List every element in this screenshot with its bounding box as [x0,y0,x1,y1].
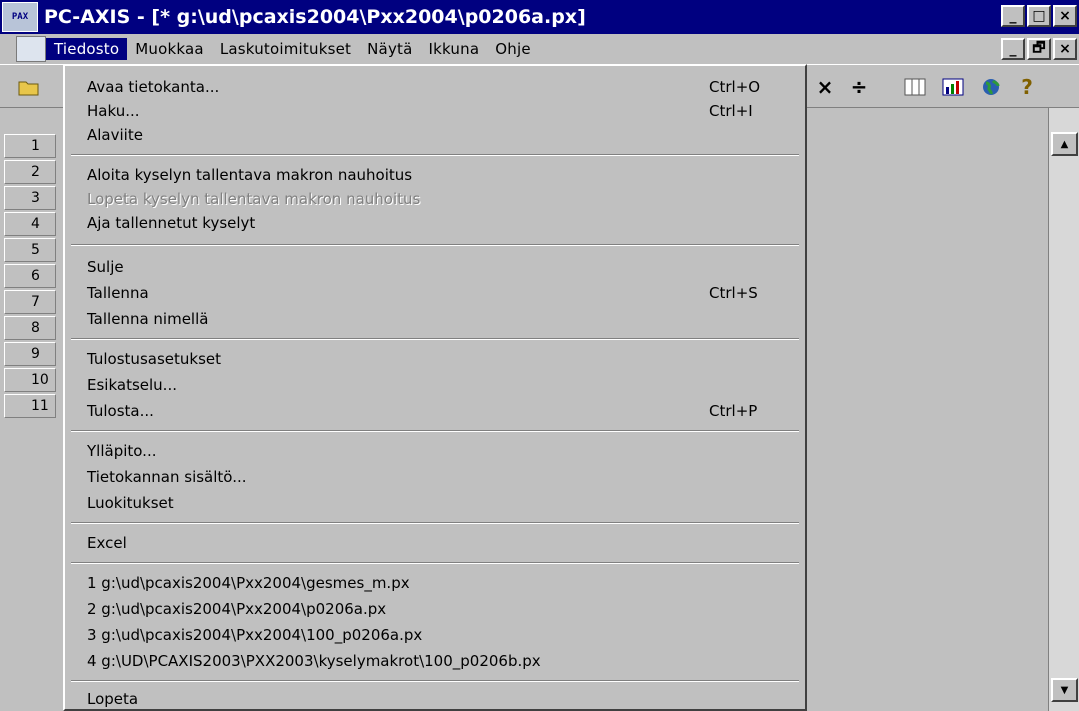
row-header[interactable]: 8 [4,316,56,340]
menu-separator [71,244,799,246]
menu-item-label: Tallenna [87,284,149,302]
scroll-up-icon[interactable]: ▲ [1051,132,1078,156]
menu-item-classifications[interactable]: Luokitukset [87,494,787,512]
menu-item-run-queries[interactable]: Aja tallennetut kyselyt [87,214,787,232]
menu-separator [71,154,799,156]
maximize-button[interactable]: □ [1027,5,1051,27]
menu-item-footnote[interactable]: Alaviite [87,126,787,144]
menu-item-label: Tallenna nimellä [87,310,209,328]
globe-icon[interactable] [978,75,1004,99]
menu-item-start-macro[interactable]: Aloita kyselyn tallentava makron nauhoit… [87,166,787,184]
menu-item-label: Tulosta... [87,402,154,420]
menu-item-db-contents[interactable]: Tietokannan sisältö... [87,468,787,486]
row-header[interactable]: 10 [4,368,56,392]
menu-item-print-setup[interactable]: Tulostusasetukset [87,350,787,368]
app-icon[interactable]: PAX [2,2,38,32]
menu-bar: Tiedosto Muokkaa Laskutoimitukset Näytä … [0,34,1079,64]
menu-item-save[interactable]: Tallenna Ctrl+S [87,284,787,302]
menu-item-exit[interactable]: Lopeta [87,690,787,708]
open-folder-icon[interactable] [16,75,42,99]
menu-item-search[interactable]: Haku... Ctrl+I [87,102,787,120]
recent-file-item[interactable]: 4 g:\UD\PCAXIS2003\PXX2003\kyselymakrot\… [87,652,787,670]
recent-file-item[interactable]: 3 g:\ud\pcaxis2004\Pxx2004\100_p0206a.px [87,626,787,644]
row-header[interactable]: 2 [4,160,56,184]
menu-ohje[interactable]: Ohje [487,38,539,60]
menu-item-maintenance[interactable]: Ylläpito... [87,442,787,460]
row-header[interactable]: 1 [4,134,56,158]
chart-icon[interactable] [940,75,966,99]
vertical-scrollbar[interactable]: ▲ ▼ [1048,108,1079,711]
menu-item-label: Tietokannan sisältö... [87,468,247,486]
mdi-close-button[interactable]: × [1053,38,1077,60]
menu-item-label: Tulostusasetukset [87,350,221,368]
row-header[interactable]: 6 [4,264,56,288]
divide-button[interactable]: ÷ [846,75,872,99]
row-header[interactable]: 4 [4,212,56,236]
menu-item-label: Haku... [87,102,140,120]
shortcut-label: Ctrl+I [709,102,753,120]
close-button[interactable]: × [1053,5,1077,27]
row-header[interactable]: 9 [4,342,56,366]
menu-item-label: Ylläpito... [87,442,157,460]
menu-item-close[interactable]: Sulje [87,258,787,276]
shortcut-label: Ctrl+P [709,402,758,420]
menu-separator [71,522,799,524]
shortcut-label: Ctrl+S [709,284,758,302]
menu-item-label: Excel [87,534,127,552]
menu-item-save-as[interactable]: Tallenna nimellä [87,310,787,328]
menu-item-open-database[interactable]: Avaa tietokanta... Ctrl+O [87,78,787,96]
row-header[interactable]: 7 [4,290,56,314]
menu-separator [71,430,799,432]
row-header[interactable]: 3 [4,186,56,210]
menu-item-stop-macro: Lopeta kyselyn tallentava makron nauhoit… [87,190,787,208]
scroll-down-icon[interactable]: ▼ [1051,678,1078,702]
menu-item-print-preview[interactable]: Esikatselu... [87,376,787,394]
menu-nayta[interactable]: Näytä [359,38,420,60]
menu-item-label: Aloita kyselyn tallentava makron nauhoit… [87,166,413,184]
menu-separator [71,562,799,564]
multiply-button[interactable]: × [812,75,838,99]
menu-item-label: Lopeta kyselyn tallentava makron nauhoit… [87,190,421,208]
row-header[interactable]: 11 [4,394,56,418]
columns-icon[interactable] [902,75,928,99]
document-icon[interactable] [16,36,46,62]
recent-file-item[interactable]: 1 g:\ud\pcaxis2004\Pxx2004\gesmes_m.px [87,574,787,592]
title-bar[interactable]: PAX PC-AXIS - [* g:\ud\pcaxis2004\Pxx200… [0,0,1079,34]
menu-ikkuna[interactable]: Ikkuna [421,38,488,60]
menu-item-label: Esikatselu... [87,376,177,394]
shortcut-label: Ctrl+O [709,78,761,96]
recent-file-item[interactable]: 2 g:\ud\pcaxis2004\Pxx2004\p0206a.px [87,600,787,618]
menu-item-label: Sulje [87,258,124,276]
menu-tiedosto[interactable]: Tiedosto [46,38,128,60]
mdi-restore-button[interactable]: 🗗 [1027,38,1051,60]
file-menu-dropdown: Avaa tietokanta... Ctrl+O Haku... Ctrl+I… [63,64,807,711]
menu-laskutoimitukset[interactable]: Laskutoimitukset [212,38,359,60]
row-header[interactable]: 5 [4,238,56,262]
menu-separator [71,680,799,682]
menu-item-label: Aja tallennetut kyselyt [87,214,256,232]
menu-item-label: Luokitukset [87,494,174,512]
menu-item-excel[interactable]: Excel [87,534,787,552]
menu-item-print[interactable]: Tulosta... Ctrl+P [87,402,787,420]
window-title: PC-AXIS - [* g:\ud\pcaxis2004\Pxx2004\p0… [44,6,586,28]
menu-separator [71,338,799,340]
menu-muokkaa[interactable]: Muokkaa [127,38,212,60]
mdi-minimize-button[interactable]: _ [1001,38,1025,60]
menu-item-label: Avaa tietokanta... [87,78,220,96]
menu-item-label: Lopeta [87,690,139,708]
minimize-button[interactable]: _ [1001,5,1025,27]
help-icon[interactable]: ? [1014,75,1040,99]
menu-item-label: Alaviite [87,126,143,144]
